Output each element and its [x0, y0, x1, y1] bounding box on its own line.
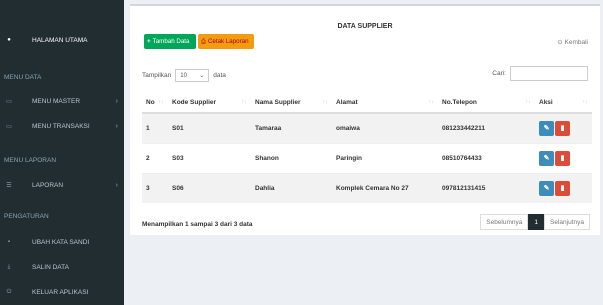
download-icon: ⤓ [7, 263, 11, 270]
chevron-right-icon: › [115, 97, 118, 105]
page-size-value: 10 [180, 72, 187, 79]
page-size-control: Tampilkan 10 ⌄ data [142, 69, 226, 82]
cell-nama: Tamaraa [251, 112, 332, 143]
cell-alamat: Komplek Cemara No 27 [332, 172, 438, 203]
cell-kode: S06 [168, 172, 251, 203]
sort-icon: ↑↓ [322, 98, 329, 105]
search-label: Cari: [492, 70, 506, 77]
sidebar-item-label: UBAH KATA SANDI [32, 238, 90, 246]
sort-icon: ↑↓ [158, 98, 165, 105]
add-data-label: Tambah Data [152, 38, 190, 45]
back-link[interactable]: ⊙ Kembali [557, 38, 588, 46]
table-row: 2 S03 Shanon Paringin 08510764433 ✎ ▮ [142, 142, 592, 173]
cell-telepon: 081233442211 [438, 112, 535, 143]
power-icon: ⏻ [6, 288, 12, 295]
cell-alamat: Paringin [332, 142, 438, 173]
chevron-down-icon: ⌄ [199, 73, 205, 79]
list-icon: ☰ [6, 182, 12, 189]
edit-icon[interactable]: ✎ [539, 150, 554, 166]
chevron-right-icon: › [115, 181, 118, 189]
sidebar-item-label: LAPORAN [32, 181, 64, 189]
sidebar-item-label: KELUAR APLIKASI [32, 288, 89, 296]
column-header-kode[interactable]: Kode Supplier ↑↓ [168, 92, 251, 114]
cell-nama: Shanon [251, 142, 332, 173]
page-size-select[interactable]: 10 ⌄ [175, 69, 210, 82]
cell-aksi: ✎ ▮ [535, 112, 592, 143]
cell-nama: Dahlia [251, 172, 332, 203]
cell-telepon: 08510764433 [438, 142, 535, 173]
column-header-aksi[interactable]: Aksi ↑↓ [535, 92, 592, 114]
sidebar-item-label: MENU MASTER [32, 97, 81, 105]
sidebar-item-halaman-utama[interactable]: ● HALAMAN UTAMA [0, 29, 124, 51]
sidebar-item-label: HALAMAN UTAMA [32, 36, 88, 44]
box-icon: ▭ [6, 123, 12, 130]
edit-icon[interactable]: ✎ [539, 180, 554, 196]
supplier-panel: DATA SUPPLIER + Tambah Data ⎙ Cetak Lapo… [130, 4, 600, 235]
sidebar-item-salin-data[interactable]: ⤓ SALIN DATA [0, 256, 124, 278]
sort-icon: ↑↓ [525, 98, 532, 105]
page-title: DATA SUPPLIER [337, 23, 393, 30]
show-suffix: data [213, 72, 226, 79]
box-icon: ▭ [6, 98, 12, 105]
column-header-nama[interactable]: Nama Supplier ↑↓ [251, 92, 332, 114]
sidebar-item-keluar-aplikasi[interactable]: ⏻ KELUAR APLIKASI [0, 281, 124, 303]
search-control: Cari: [492, 66, 588, 81]
next-page-button[interactable]: Selanjutnya [544, 214, 590, 230]
cell-kode: S01 [168, 112, 251, 143]
add-data-button[interactable]: + Tambah Data [144, 34, 196, 49]
column-header-telepon[interactable]: No.Telepon ↑↓ [438, 92, 535, 114]
cell-alamat: omaiwa [332, 112, 438, 143]
search-input[interactable] [510, 66, 588, 81]
sidebar-section-menu-laporan: MENU LAPORAN [4, 157, 57, 164]
sidebar-item-menu-transaksi[interactable]: ▭ MENU TRANSAKSI › [0, 115, 124, 137]
cell-no: 3 [142, 172, 168, 203]
sidebar-item-menu-master[interactable]: ▭ MENU MASTER › [0, 90, 124, 112]
column-header-no[interactable]: No ↑↓ [142, 92, 168, 114]
sidebar-item-ubah-kata-sandi[interactable]: ▪ UBAH KATA SANDI [0, 231, 124, 253]
table-row: 3 S06 Dahlia Komplek Cemara No 27 097812… [142, 172, 592, 203]
trash-icon[interactable]: ▮ [555, 180, 570, 196]
cell-no: 2 [142, 142, 168, 173]
prev-page-button[interactable]: Sebelumnya [480, 214, 529, 230]
key-icon: ▪ [7, 239, 11, 245]
sidebar-section-pengaturan: PENGATURAN [4, 213, 49, 220]
cell-aksi: ✎ ▮ [535, 172, 592, 203]
sort-icon: ↑↓ [428, 98, 435, 105]
chevron-right-icon: › [115, 122, 118, 130]
cell-telepon: 097812131415 [438, 172, 535, 203]
table-info: Menampilkan 1 sampai 3 dari 3 data [142, 221, 253, 228]
sidebar: ● HALAMAN UTAMA MENU DATA ▭ MENU MASTER … [0, 0, 124, 305]
cell-no: 1 [142, 112, 168, 143]
cell-aksi: ✎ ▮ [535, 142, 592, 173]
trash-icon[interactable]: ▮ [555, 150, 570, 166]
table-header-row: No ↑↓ Kode Supplier ↑↓ Nama Supplier ↑↓ Ala… [142, 92, 592, 114]
sidebar-section-menu-data: MENU DATA [4, 74, 42, 81]
print-report-button[interactable]: ⎙ Cetak Laporan [198, 34, 254, 49]
sidebar-item-laporan[interactable]: ☰ LAPORAN › [0, 174, 124, 196]
sidebar-item-label: SALIN DATA [32, 263, 69, 271]
column-header-alamat[interactable]: Alamat ↑↓ [332, 92, 438, 114]
pagination: Sebelumnya 1 Selanjutnya [480, 214, 590, 230]
supplier-table: No ↑↓ Kode Supplier ↑↓ Nama Supplier ↑↓ Ala… [142, 92, 592, 203]
sort-icon: ↑↓ [241, 98, 248, 105]
sort-icon: ↑↓ [582, 98, 589, 105]
page-1-button[interactable]: 1 [528, 214, 545, 230]
show-prefix: Tampilkan [142, 72, 172, 79]
print-report-label: Cetak Laporan [207, 38, 249, 45]
print-icon: ⎙ [201, 37, 206, 45]
table-row: 1 S01 Tamaraa omaiwa 081233442211 ✎ ▮ [142, 112, 592, 143]
cell-kode: S03 [168, 142, 251, 173]
home-icon: ● [7, 37, 11, 43]
trash-icon[interactable]: ▮ [555, 120, 570, 136]
back-label: Kembali [564, 39, 588, 46]
edit-icon[interactable]: ✎ [539, 120, 554, 136]
back-circle-icon: ⊙ [557, 39, 563, 46]
plus-icon: + [147, 38, 151, 45]
sidebar-item-label: MENU TRANSAKSI [32, 122, 90, 130]
